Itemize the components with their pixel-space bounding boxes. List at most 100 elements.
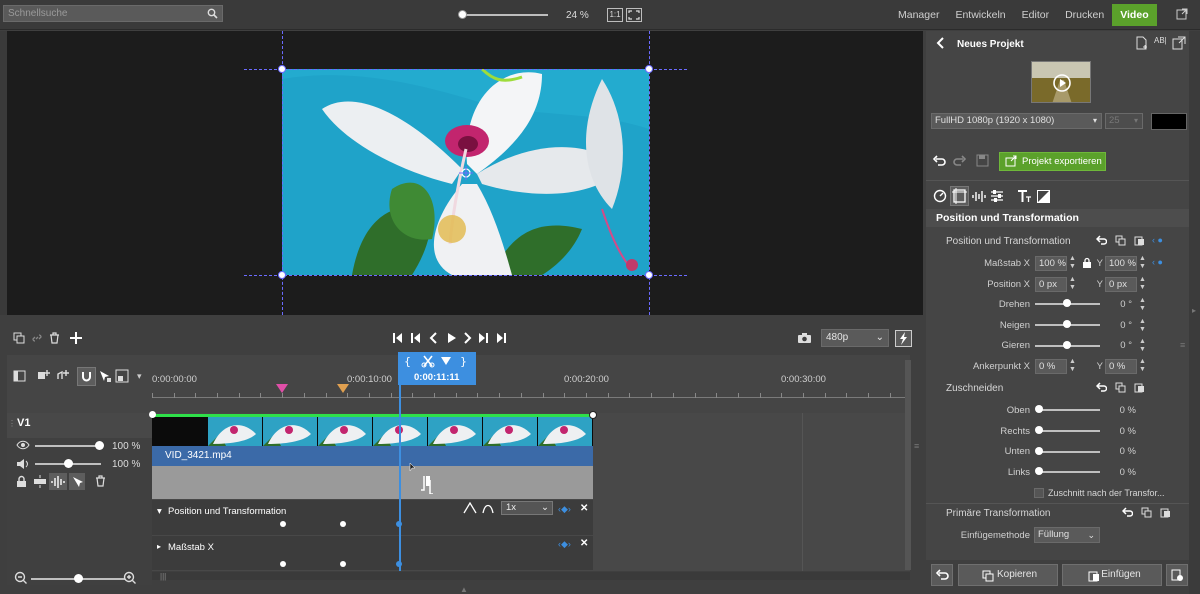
tab-drucken[interactable]: Drucken <box>1057 4 1112 26</box>
scale-x-stepper-icon[interactable]: ▲ ▼ <box>1069 255 1076 271</box>
rename-icon[interactable]: AB| <box>1154 36 1167 45</box>
timeline-zoom-knob[interactable] <box>74 574 83 583</box>
lightning-performance-icon[interactable] <box>895 330 912 347</box>
new-project-icon[interactable] <box>1135 36 1149 50</box>
panel-collapse-arrow-icon[interactable]: ▲ <box>460 585 468 594</box>
rotate-slider-knob[interactable] <box>1063 299 1071 307</box>
rotate-stepper-icon[interactable]: ▲ ▼ <box>1139 297 1146 313</box>
tab-video[interactable]: Video <box>1112 4 1157 26</box>
text-tool-icon[interactable] <box>1017 189 1031 203</box>
keyframe-dot[interactable] <box>280 561 286 567</box>
position-x-stepper-icon[interactable]: ▲ ▼ <box>1069 276 1076 292</box>
kf-track2-close-icon[interactable]: ✕ <box>580 538 588 549</box>
keyframe-toggle-icon[interactable] <box>69 473 85 490</box>
duplicate-icon[interactable] <box>13 332 25 344</box>
crop-right-slider[interactable] <box>1039 430 1100 432</box>
add-icon[interactable] <box>69 331 83 345</box>
clip-thumbnail-strip[interactable] <box>152 414 593 446</box>
primary-reset-icon[interactable] <box>1122 507 1133 518</box>
link-icon[interactable] <box>31 332 43 344</box>
transform-handle-tl[interactable] <box>278 65 286 73</box>
trash-icon[interactable] <box>49 332 60 344</box>
paste-button[interactable]: Einfügen <box>1062 564 1162 586</box>
anchor-y-input[interactable]: 0 % <box>1105 359 1137 374</box>
footer-undo-button[interactable] <box>931 564 953 586</box>
search-icon[interactable] <box>207 8 218 19</box>
playhead-line[interactable] <box>399 354 401 571</box>
anchor-x-stepper-icon[interactable]: ▲ ▼ <box>1069 358 1076 374</box>
transform-tool-icon[interactable] <box>950 186 969 206</box>
yaw-stepper-icon[interactable]: ▲ ▼ <box>1139 338 1146 354</box>
zoom-in-icon[interactable] <box>123 571 137 585</box>
zoom-out-icon[interactable] <box>14 571 28 585</box>
add-track-icon[interactable] <box>37 369 51 383</box>
kf-track1-close-icon[interactable]: ✕ <box>580 503 588 514</box>
ease-in-icon[interactable] <box>463 502 497 514</box>
waveform-icon[interactable] <box>49 473 67 490</box>
add-audio-track-icon[interactable] <box>56 369 70 383</box>
opacity-slider[interactable] <box>35 445 101 447</box>
kf-track2-expand-icon[interactable]: ▸ <box>157 542 161 551</box>
anchor-x-input[interactable]: 0 % <box>1035 359 1067 374</box>
kf-nav-icon[interactable]: ‹◆› <box>558 504 571 515</box>
scissors-icon[interactable]: {} <box>404 354 466 368</box>
tab-entwickeln[interactable]: Entwickeln <box>947 4 1013 26</box>
format-select[interactable]: FullHD 1080p (1920 x 1080) ▾ <box>931 113 1102 129</box>
marker-pink[interactable] <box>276 384 288 394</box>
transform-handle-bl[interactable] <box>278 271 286 279</box>
save-icon[interactable] <box>976 154 989 167</box>
audio-wave-tool-icon[interactable] <box>971 190 987 203</box>
reset-icon[interactable] <box>1096 235 1107 246</box>
tilt-stepper-icon[interactable]: ▲ ▼ <box>1139 318 1146 334</box>
panel-toggle-icon[interactable] <box>13 370 26 382</box>
resize-grip-icon[interactable]: ≡ <box>914 441 919 451</box>
panel-collapse-right-icon[interactable]: ▸ <box>1192 306 1196 315</box>
transform-handle-br[interactable] <box>645 271 653 279</box>
primary-copy-icon[interactable] <box>1141 507 1152 518</box>
hscroll-grip-icon[interactable]: ||| <box>160 572 166 581</box>
back-chevron-icon[interactable] <box>935 37 945 49</box>
crop-copy-icon[interactable] <box>1115 382 1126 393</box>
crop-left-slider[interactable] <box>1039 471 1100 473</box>
timeline-vscroll[interactable] <box>905 360 911 570</box>
clip-handle-start[interactable] <box>149 411 156 418</box>
keyframe-track-scale-x[interactable] <box>152 536 593 570</box>
anchor-y-stepper-icon[interactable]: ▲ ▼ <box>1139 358 1146 374</box>
position-y-stepper-icon[interactable]: ▲ ▼ <box>1139 276 1146 292</box>
transform-anchor-handle[interactable] <box>459 166 473 180</box>
redo-icon[interactable] <box>953 154 967 168</box>
selection-tool-icon[interactable] <box>98 369 112 383</box>
zoom-slider[interactable] <box>458 10 548 20</box>
scale-y-input[interactable]: 100 % <box>1105 256 1137 271</box>
toolbar-more-chevron-icon[interactable]: ▾ <box>137 371 142 382</box>
background-color-swatch[interactable] <box>1151 113 1187 130</box>
crop-left-knob[interactable] <box>1035 467 1043 475</box>
copy-button[interactable]: Kopieren <box>958 564 1058 586</box>
clip-handle-end[interactable] <box>589 411 597 419</box>
position-y-input[interactable]: 0 px <box>1105 277 1137 292</box>
tilt-slider-knob[interactable] <box>1063 320 1071 328</box>
ripple-tool-icon[interactable] <box>115 369 129 383</box>
tab-editor[interactable]: Editor <box>1014 4 1057 26</box>
crop-bottom-slider[interactable] <box>1039 451 1100 453</box>
opacity-slider-knob[interactable] <box>95 441 104 450</box>
position-x-input[interactable]: 0 px <box>1035 277 1067 292</box>
eye-icon[interactable] <box>16 440 30 450</box>
crop-right-knob[interactable] <box>1035 426 1043 434</box>
keyframe-dot[interactable] <box>340 561 346 567</box>
keyframe-dot[interactable] <box>280 521 286 527</box>
fit-1to1-button[interactable]: 1:1 <box>607 8 623 22</box>
zoom-slider-knob[interactable] <box>458 10 467 19</box>
panel-settings-button[interactable] <box>1166 564 1188 586</box>
open-project-icon[interactable] <box>1172 36 1186 50</box>
copy-icon[interactable] <box>1115 235 1126 246</box>
crop-top-slider[interactable] <box>1039 409 1100 411</box>
snapshot-camera-icon[interactable] <box>797 332 812 344</box>
rp-resize-grip-icon[interactable]: ≡ <box>1180 340 1185 350</box>
primary-paste-icon[interactable] <box>1160 507 1171 518</box>
scale-x-input[interactable]: 100 % <box>1035 256 1067 271</box>
volume-slider-knob[interactable] <box>64 459 73 468</box>
kf-nav-icon[interactable]: ‹◆› <box>558 539 571 550</box>
fullscreen-fit-button[interactable] <box>626 8 642 22</box>
timeline-hscroll[interactable] <box>152 572 910 580</box>
